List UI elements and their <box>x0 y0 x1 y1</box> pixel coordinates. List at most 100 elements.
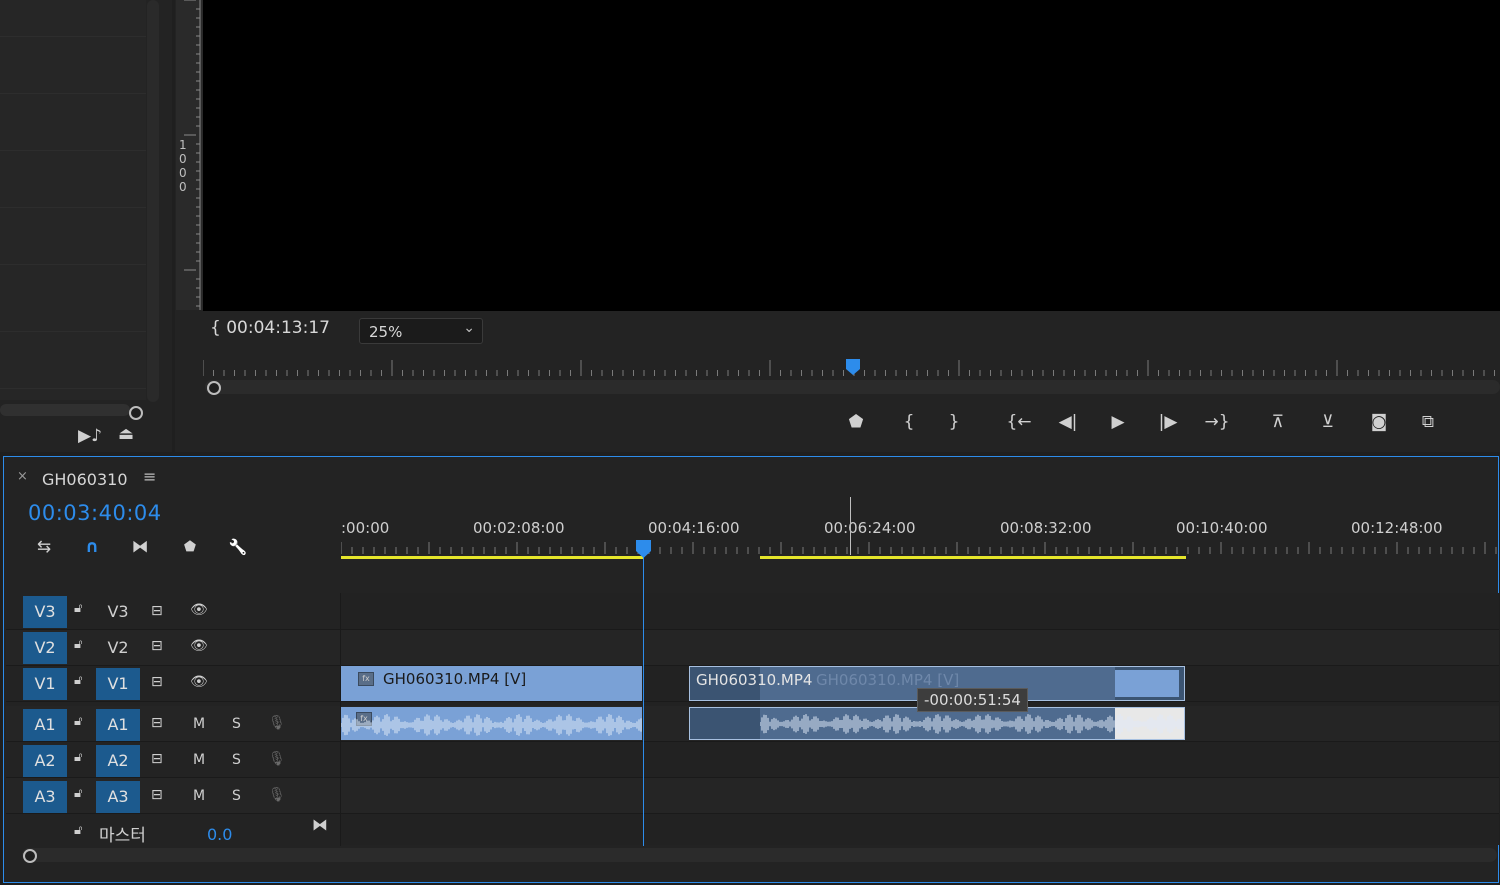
lock-icon[interactable]: 🔓︎ <box>74 823 82 838</box>
snap-icon[interactable]: ∩ <box>79 536 105 558</box>
ruler-label: 00:10:40:00 <box>1176 519 1268 537</box>
linked-selection-icon[interactable]: ⧓ <box>127 536 153 558</box>
lock-icon[interactable]: 🔓︎ <box>74 750 82 765</box>
mark-out-button[interactable]: } <box>941 410 967 434</box>
close-icon[interactable]: × <box>17 469 28 484</box>
sync-lock-icon[interactable]: ⊟ <box>151 715 163 731</box>
sequence-tab[interactable]: GH060310 <box>42 470 128 489</box>
eye-icon[interactable]: 👁︎ <box>190 674 208 690</box>
monitor-timecode-value[interactable]: 00:04:13:17 <box>226 318 330 338</box>
step-back-button[interactable]: ◀| <box>1055 410 1081 434</box>
track-target-v3[interactable]: V3 <box>96 596 140 628</box>
eye-icon[interactable]: 👁︎ <box>190 638 208 654</box>
track-row-a3 <box>6 778 1499 814</box>
source-patch-v2[interactable]: V2 <box>23 632 67 664</box>
lift-button[interactable]: ⊼ <box>1265 410 1291 434</box>
lock-icon[interactable]: 🔓︎ <box>74 673 82 688</box>
sync-lock-icon[interactable]: ⊟ <box>151 751 163 767</box>
lock-icon[interactable]: 🔓︎ <box>74 714 82 729</box>
source-patch-a3[interactable]: A3 <box>23 781 67 813</box>
clip-label: GH060310.MP4 <box>696 671 813 689</box>
monitor-vertical-ruler: 1000 <box>176 0 203 310</box>
add-marker-button[interactable]: ⬟ <box>843 410 869 434</box>
sync-lock-icon[interactable]: ⊟ <box>151 787 163 803</box>
ruler-label: 00:12:48:00 <box>1351 519 1443 537</box>
timeline-zoom-scrollbar[interactable] <box>22 848 1497 862</box>
go-to-end-icon[interactable]: ⧓ <box>312 815 328 834</box>
wrench-icon[interactable]: 🔧 <box>225 536 251 558</box>
video-frame[interactable] <box>203 0 1500 311</box>
solo-button[interactable]: S <box>232 752 241 768</box>
sync-lock-icon[interactable]: ⊟ <box>151 674 163 690</box>
step-forward-button[interactable]: |▶ <box>1155 410 1181 434</box>
track-row-a2 <box>6 742 1499 778</box>
sync-lock-icon[interactable]: ⊟ <box>151 603 163 619</box>
track-target-a1[interactable]: A1 <box>96 709 140 741</box>
lock-icon[interactable]: 🔓︎ <box>74 601 82 616</box>
automate-to-sequence-icon[interactable]: ▶♪ <box>78 426 102 446</box>
sync-lock-icon[interactable]: ⊟ <box>151 638 163 654</box>
go-to-out-button[interactable]: →} <box>1204 410 1230 434</box>
zoom-level-value: 25% <box>369 323 403 341</box>
work-area-bar[interactable] <box>760 556 1186 559</box>
project-zoom-slider[interactable] <box>0 404 130 416</box>
solo-button[interactable]: S <box>232 788 241 804</box>
extract-button[interactable]: ⊻ <box>1315 410 1341 434</box>
add-marker-icon[interactable]: ⬟ <box>177 536 203 558</box>
track-target-v2[interactable]: V2 <box>96 632 140 664</box>
timeline-timecode[interactable]: 00:03:40:04 <box>28 501 162 525</box>
mute-button[interactable]: M <box>193 788 205 804</box>
source-patch-v3[interactable]: V3 <box>23 596 67 628</box>
playhead-line[interactable] <box>643 548 644 846</box>
mute-button[interactable]: M <box>193 752 205 768</box>
mark-in-button[interactable]: { <box>896 410 922 434</box>
track-target-v1[interactable]: V1 <box>96 668 140 700</box>
project-list[interactable] <box>0 0 146 400</box>
solo-button[interactable]: S <box>232 716 241 732</box>
monitor-playhead[interactable] <box>846 359 860 375</box>
eye-icon[interactable]: 👁︎ <box>190 602 208 618</box>
master-volume-value[interactable]: 0.0 <box>207 825 232 844</box>
ruler-label: 00:06:24:00 <box>824 519 916 537</box>
timeline-playhead[interactable] <box>636 540 651 558</box>
monitor-zoom-scrollbar[interactable] <box>205 380 1500 394</box>
ghost-clip-label: GH060310.MP4 [V] <box>816 671 960 689</box>
master-track-label: 마스터 <box>99 826 146 846</box>
panel-menu-icon[interactable]: ≡ <box>143 467 156 486</box>
project-zoom-handle[interactable] <box>129 406 143 420</box>
track-target-a2[interactable]: A2 <box>96 745 140 777</box>
project-vertical-scrollbar[interactable] <box>147 0 159 402</box>
clip-tail <box>1115 670 1179 697</box>
track-target-a3[interactable]: A3 <box>96 781 140 813</box>
nest-toggle-icon[interactable]: ⇆ <box>31 536 57 558</box>
work-area-bar[interactable] <box>341 556 643 559</box>
audio-waveform <box>760 714 1184 734</box>
audio-waveform <box>341 714 642 736</box>
source-patch-a2[interactable]: A2 <box>23 745 67 777</box>
lock-icon[interactable]: 🔓︎ <box>74 637 82 652</box>
microphone-icon[interactable]: 🎙︎ <box>268 751 286 767</box>
clip-label: GH060310.MP4 [V] <box>383 670 527 688</box>
fx-icon: fx <box>358 672 374 686</box>
compare-view-button[interactable]: ⧉ <box>1415 410 1441 434</box>
zoom-level-select[interactable]: 25% ⌄ <box>359 318 483 344</box>
timeline-scroll-handle[interactable] <box>23 849 37 863</box>
export-frame-button[interactable]: ◙ <box>1366 410 1392 434</box>
microphone-icon[interactable]: 🎙︎ <box>268 715 286 731</box>
video-clip-1[interactable]: fx GH060310.MP4 [V] <box>341 666 642 701</box>
lock-icon[interactable]: 🔓︎ <box>74 786 82 801</box>
source-patch-a1[interactable]: A1 <box>23 709 67 741</box>
ruler-label: 00:02:08:00 <box>473 519 565 537</box>
microphone-icon[interactable]: 🎙︎ <box>268 787 286 803</box>
chevron-down-icon: ⌄ <box>463 320 475 336</box>
play-button[interactable]: ▶ <box>1105 410 1131 434</box>
mute-button[interactable]: M <box>193 716 205 732</box>
audio-clip-1[interactable]: fx <box>341 707 642 740</box>
monitor-timecode[interactable]: { 00:04:13:17 <box>210 318 330 338</box>
monitor-scroll-handle[interactable] <box>207 381 221 395</box>
source-patch-v1[interactable]: V1 <box>23 668 67 700</box>
ruler-label: :00:00 <box>341 519 390 537</box>
go-to-in-button[interactable]: {← <box>1006 410 1032 434</box>
drag-snap-line <box>850 497 851 555</box>
export-icon[interactable]: ⏏ <box>118 424 134 444</box>
